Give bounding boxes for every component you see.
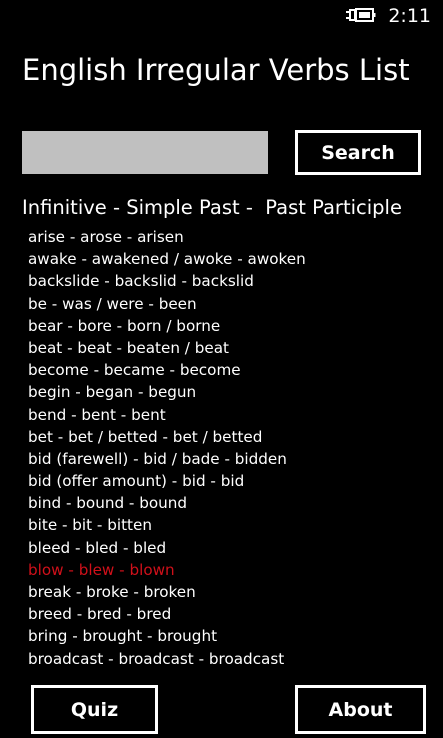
- verb-list-item[interactable]: bid (offer amount) - bid - bid: [28, 470, 428, 492]
- verb-list-item[interactable]: bet - bet / betted - bet / betted: [28, 426, 428, 448]
- verb-list-item[interactable]: become - became - become: [28, 359, 428, 381]
- verb-list-item[interactable]: bring - brought - brought: [28, 625, 428, 647]
- verb-list-item[interactable]: begin - began - begun: [28, 381, 428, 403]
- verb-list-item[interactable]: broadcast - broadcast - broadcast: [28, 648, 428, 670]
- verb-list-item[interactable]: awake - awakened / awoke - awoken: [28, 248, 428, 270]
- verb-list-item[interactable]: breed - bred - bred: [28, 603, 428, 625]
- verb-list-item[interactable]: bleed - bled - bled: [28, 537, 428, 559]
- verb-list-item[interactable]: bite - bit - bitten: [28, 514, 428, 536]
- verb-list: arise - arose - arisen awake - awakened /…: [28, 226, 428, 670]
- verb-list-item[interactable]: blow - blew - blown: [28, 559, 428, 581]
- verb-list-item[interactable]: backslide - backslid - backslid: [28, 270, 428, 292]
- search-input[interactable]: [22, 131, 268, 174]
- verb-list-item[interactable]: bear - bore - born / borne: [28, 315, 428, 337]
- app-title: English Irregular Verbs List: [22, 53, 410, 87]
- about-button[interactable]: About: [295, 685, 426, 734]
- verb-list-item[interactable]: be - was / were - been: [28, 293, 428, 315]
- verb-list-item[interactable]: bid (farewell) - bid / bade - bidden: [28, 448, 428, 470]
- search-button[interactable]: Search: [295, 130, 421, 175]
- verb-list-item[interactable]: bind - bound - bound: [28, 492, 428, 514]
- battery-charging-icon: [346, 8, 376, 22]
- quiz-button[interactable]: Quiz: [31, 685, 158, 734]
- list-column-header: Infinitive - Simple Past - Past Particip…: [22, 196, 402, 219]
- verb-list-item[interactable]: bend - bent - bent: [28, 404, 428, 426]
- status-time: 2:11: [388, 5, 431, 27]
- verb-list-item[interactable]: arise - arose - arisen: [28, 226, 428, 248]
- verb-list-item[interactable]: break - broke - broken: [28, 581, 428, 603]
- verb-list-item[interactable]: beat - beat - beaten / beat: [28, 337, 428, 359]
- status-bar: 2:11: [0, 0, 443, 32]
